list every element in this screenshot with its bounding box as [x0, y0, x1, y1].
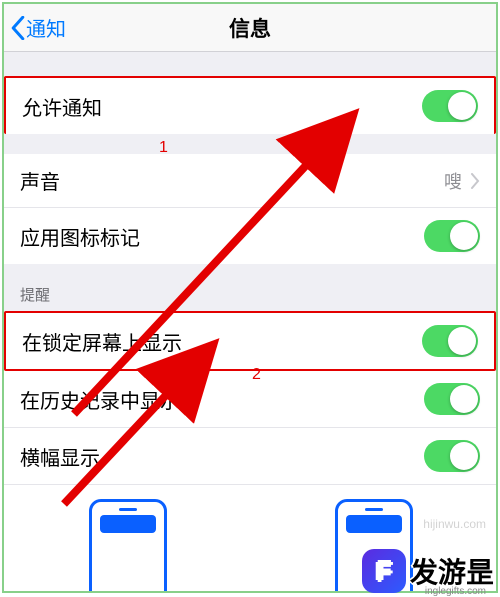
row-sound[interactable]: 声音 嗖 — [4, 154, 496, 208]
phone-icon — [89, 499, 167, 593]
chevron-right-icon — [470, 173, 480, 189]
row-label: 在锁定屏幕上显示 — [22, 327, 182, 356]
banner-style-temporary[interactable]: 临时 — [87, 499, 169, 593]
row-label: 允许通知 — [22, 92, 102, 121]
row-label: 声音 — [20, 166, 60, 195]
nav-bar: 通知 信息 — [4, 4, 496, 52]
row-label: 应用图标标记 — [20, 222, 140, 251]
switch-history[interactable] — [424, 383, 480, 415]
watermark-small: hijinwu.com — [423, 517, 486, 531]
row-banner[interactable]: 横幅显示 — [4, 428, 496, 484]
switch-banner[interactable] — [424, 440, 480, 472]
row-history[interactable]: 在历史记录中显示 — [4, 371, 496, 428]
brand-logo-icon: F — [362, 549, 406, 593]
chevron-left-icon — [10, 16, 26, 40]
row-label: 在历史记录中显示 — [20, 385, 180, 414]
row-allow-notifications[interactable]: 允许通知 — [4, 76, 496, 134]
switch-lockscreen[interactable] — [422, 325, 478, 357]
row-badge[interactable]: 应用图标标记 — [4, 208, 496, 264]
switch-badge[interactable] — [424, 220, 480, 252]
back-button[interactable]: 通知 — [4, 13, 66, 42]
switch-allow[interactable] — [422, 90, 478, 122]
back-label: 通知 — [26, 13, 66, 42]
page-title: 信息 — [4, 13, 496, 43]
row-lockscreen[interactable]: 在锁定屏幕上显示 — [4, 311, 496, 371]
brand-text: 发游昰 — [410, 551, 494, 591]
watermark-url: inglegifts.com — [425, 586, 486, 597]
sound-value: 嗖 — [444, 168, 462, 194]
section-header-alerts: 提醒 — [4, 264, 496, 311]
row-label: 横幅显示 — [20, 442, 100, 471]
